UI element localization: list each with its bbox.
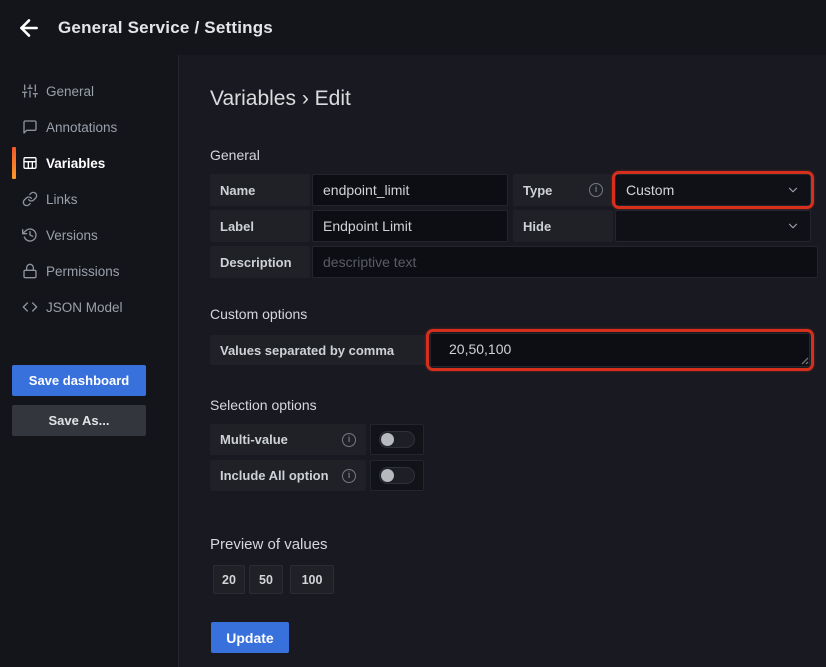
info-icon[interactable]: i [342, 433, 356, 447]
label-input[interactable] [312, 210, 508, 242]
sidebar-item-label: Permissions [46, 264, 120, 279]
include-all-toggle[interactable] [370, 460, 424, 491]
chevron-down-icon [786, 183, 800, 197]
sidebar-item-label: Variables [46, 156, 105, 171]
description-field-label: Description [210, 246, 310, 278]
comment-icon [22, 119, 38, 135]
save-as-button[interactable]: Save As... [12, 405, 146, 436]
label-field-label: Label [210, 210, 310, 242]
resize-grip-icon[interactable] [799, 355, 809, 365]
values-field-label: Values separated by comma [210, 335, 428, 365]
toggle-track [379, 467, 415, 484]
sidebar-item-permissions[interactable]: Permissions [0, 253, 178, 289]
custom-options-heading: Custom options [210, 306, 307, 322]
settings-sidebar: General Annotations Variables Links [0, 55, 179, 667]
arrow-left-icon [16, 15, 42, 41]
type-field-label: Type i [513, 174, 613, 206]
toggle-track [379, 431, 415, 448]
sliders-icon [22, 83, 38, 99]
info-icon[interactable]: i [342, 469, 356, 483]
settings-nav: General Annotations Variables Links [0, 73, 178, 325]
section-title: Variables › Edit [210, 87, 351, 111]
name-field-label: Name [210, 174, 310, 206]
sidebar-item-variables[interactable]: Variables [0, 145, 178, 181]
variables-edit-panel: Variables › Edit General Name Type i Cus… [179, 55, 826, 667]
save-dashboard-button[interactable]: Save dashboard [12, 365, 146, 396]
selection-options-heading: Selection options [210, 397, 317, 413]
sidebar-item-label: Links [46, 192, 78, 207]
preview-value-chip: 20 [213, 565, 245, 594]
sidebar-item-label: JSON Model [46, 300, 123, 315]
preview-value-chip: 100 [290, 565, 334, 594]
sidebar-item-general[interactable]: General [0, 73, 178, 109]
page-title: General Service / Settings [58, 0, 273, 55]
type-select[interactable]: Custom [615, 174, 811, 206]
back-button[interactable] [14, 13, 44, 43]
sidebar-item-label: General [46, 84, 94, 99]
chevron-down-icon [786, 219, 800, 233]
table-icon [22, 155, 38, 171]
dashboard-settings-page: General Service / Settings General Annot… [0, 0, 826, 667]
general-section-heading: General [210, 147, 260, 163]
sidebar-item-json-model[interactable]: JSON Model [0, 289, 178, 325]
description-input[interactable] [312, 246, 818, 278]
sidebar-item-label: Versions [46, 228, 98, 243]
sidebar-item-label: Annotations [46, 120, 117, 135]
link-icon [22, 191, 38, 207]
top-header: General Service / Settings [0, 0, 826, 55]
hide-field-label: Hide [513, 210, 613, 242]
hide-select[interactable] [615, 210, 811, 242]
lock-icon [22, 263, 38, 279]
history-icon [22, 227, 38, 243]
sidebar-item-versions[interactable]: Versions [0, 217, 178, 253]
values-input[interactable]: 20,50,100 [430, 333, 810, 367]
update-button[interactable]: Update [211, 622, 289, 653]
multi-value-label: Multi-value i [210, 424, 366, 455]
preview-value-chip: 50 [249, 565, 283, 594]
include-all-label: Include All option i [210, 460, 366, 491]
toggle-knob [381, 469, 394, 482]
active-item-indicator [12, 147, 16, 179]
name-input[interactable] [312, 174, 508, 206]
sidebar-item-annotations[interactable]: Annotations [0, 109, 178, 145]
preview-heading: Preview of values [210, 536, 328, 553]
code-icon [22, 299, 38, 315]
sidebar-item-links[interactable]: Links [0, 181, 178, 217]
multi-value-toggle[interactable] [370, 424, 424, 455]
toggle-knob [381, 433, 394, 446]
info-icon[interactable]: i [589, 183, 603, 197]
